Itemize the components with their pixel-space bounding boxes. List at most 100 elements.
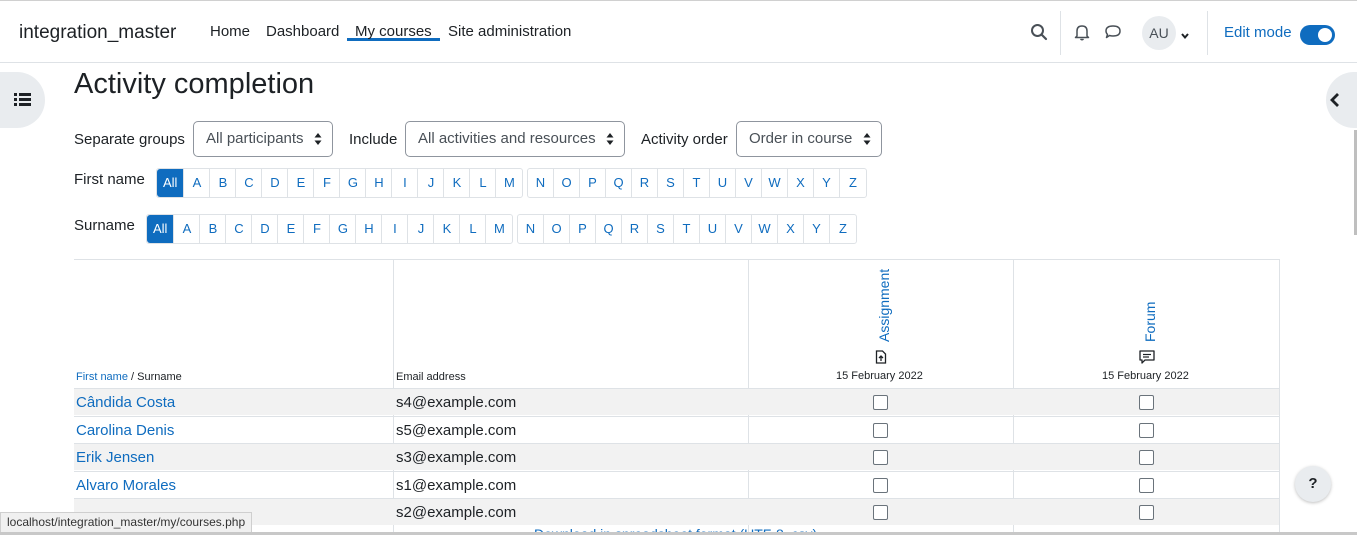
table-row: Cândida Costa s4@example.com [74,388,1279,415]
messages-icon[interactable] [1104,23,1124,43]
forum-icon [1139,350,1155,364]
edit-mode-label[interactable]: Edit mode [1224,24,1292,41]
surname-initial-j[interactable]: J [408,215,435,243]
surname-initial-y[interactable]: Y [804,215,830,243]
surname-initial-w[interactable]: W [752,215,778,243]
firstname-initial-h[interactable]: H [366,169,393,197]
surname-initials-group-2: NOPQRSTUVWXYZ [517,214,857,244]
surname-initial-p[interactable]: P [570,215,596,243]
completion-checkbox-forum[interactable] [1139,450,1154,466]
firstname-initial-v[interactable]: V [736,169,762,197]
surname-initial-n[interactable]: N [518,215,544,243]
completion-checkbox-assignment[interactable] [873,477,888,493]
surname-initial-s[interactable]: S [648,215,674,243]
participant-name-link[interactable]: Alvaro Morales [76,477,176,494]
surname-initial-d[interactable]: D [252,215,279,243]
firstname-initial-m[interactable]: M [496,169,522,197]
firstname-initial-i[interactable]: I [392,169,419,197]
surname-initial-k[interactable]: K [434,215,461,243]
forum-date: 15 February 2022 [1102,370,1189,382]
firstname-initial-a[interactable]: A [184,169,211,197]
firstname-initial-g[interactable]: G [340,169,367,197]
sort-firstname-link[interactable]: First name [76,371,128,383]
nav-site-administration[interactable]: Site administration [448,23,571,40]
groups-label: Separate groups [74,131,185,148]
activity-assignment-link[interactable]: Assignment [876,269,892,342]
completion-checkbox-forum[interactable] [1139,422,1154,438]
surname-initial-o[interactable]: O [544,215,570,243]
surname-initial-f[interactable]: F [304,215,331,243]
nav-home[interactable]: Home [210,23,250,40]
surname-initial-b[interactable]: B [200,215,227,243]
participant-name-link[interactable]: Cândida Costa [76,394,175,411]
firstname-initial-y[interactable]: Y [814,169,840,197]
name-column-header: First name / Surname [76,371,182,383]
completion-checkbox-forum[interactable] [1139,477,1154,493]
activity-order-select[interactable]: Order in course [736,121,882,157]
surname-initial-m[interactable]: M [486,215,512,243]
firstname-initial-j[interactable]: J [418,169,445,197]
firstname-initial-all[interactable]: All [157,169,185,197]
groups-select[interactable]: All participants [193,121,333,157]
firstname-initial-o[interactable]: O [554,169,580,197]
surname-initials-label: Surname [74,217,135,234]
firstname-initial-n[interactable]: N [528,169,554,197]
firstname-initial-f[interactable]: F [314,169,341,197]
surname-initial-l[interactable]: L [460,215,487,243]
surname-initial-t[interactable]: T [674,215,700,243]
user-avatar[interactable]: AU [1142,16,1176,50]
completion-checkbox-forum[interactable] [1139,395,1154,410]
participant-name-link[interactable]: Erik Jensen [76,449,154,466]
completion-checkbox-assignment[interactable] [873,450,888,466]
firstname-initial-t[interactable]: T [684,169,710,197]
surname-initial-z[interactable]: Z [830,215,856,243]
completion-checkbox-forum[interactable] [1139,505,1154,521]
bell-icon[interactable] [1073,23,1093,43]
groups-select-value: All participants [206,130,304,147]
participant-name-link[interactable]: Carolina Denis [76,422,174,439]
nav-my-courses[interactable]: My courses [347,1,440,41]
surname-initial-all[interactable]: All [147,215,175,243]
chevron-down-icon[interactable] [1180,28,1200,48]
firstname-initial-q[interactable]: Q [606,169,632,197]
surname-initial-r[interactable]: R [622,215,648,243]
include-select[interactable]: All activities and resources [405,121,625,157]
page-title: Activity completion [74,68,315,100]
surname-initial-x[interactable]: X [778,215,804,243]
completion-checkbox-assignment[interactable] [873,422,888,438]
completion-checkbox-assignment[interactable] [873,505,888,521]
surname-initial-h[interactable]: H [356,215,383,243]
activity-forum-link[interactable]: Forum [1142,302,1158,342]
surname-initial-g[interactable]: G [330,215,357,243]
firstname-initial-c[interactable]: C [236,169,263,197]
firstname-initial-b[interactable]: B [210,169,237,197]
surname-initial-c[interactable]: C [226,215,253,243]
firstname-initial-e[interactable]: E [288,169,315,197]
navbar-divider [1207,11,1208,55]
surname-initial-q[interactable]: Q [596,215,622,243]
firstname-initial-s[interactable]: S [658,169,684,197]
site-brand[interactable]: integration_master [19,22,176,44]
surname-initial-v[interactable]: V [726,215,752,243]
edit-mode-toggle[interactable] [1300,25,1335,45]
block-drawer-toggle[interactable] [1326,72,1357,128]
help-button[interactable]: ? [1295,466,1331,502]
nav-dashboard[interactable]: Dashboard [266,23,339,40]
firstname-initial-r[interactable]: R [632,169,658,197]
firstname-initial-z[interactable]: Z [840,169,866,197]
firstname-initial-x[interactable]: X [788,169,814,197]
firstname-initial-d[interactable]: D [262,169,289,197]
surname-initial-e[interactable]: E [278,215,305,243]
surname-initial-a[interactable]: A [174,215,201,243]
completion-checkbox-assignment[interactable] [873,395,888,410]
surname-initial-u[interactable]: U [700,215,726,243]
completion-table: First name / Surname Email address Assig… [74,259,1280,535]
search-icon[interactable] [1030,23,1050,43]
course-index-toggle[interactable] [0,72,45,128]
firstname-initial-w[interactable]: W [762,169,788,197]
firstname-initial-p[interactable]: P [580,169,606,197]
firstname-initial-k[interactable]: K [444,169,471,197]
surname-initial-i[interactable]: I [382,215,409,243]
firstname-initial-u[interactable]: U [710,169,736,197]
firstname-initial-l[interactable]: L [470,169,497,197]
